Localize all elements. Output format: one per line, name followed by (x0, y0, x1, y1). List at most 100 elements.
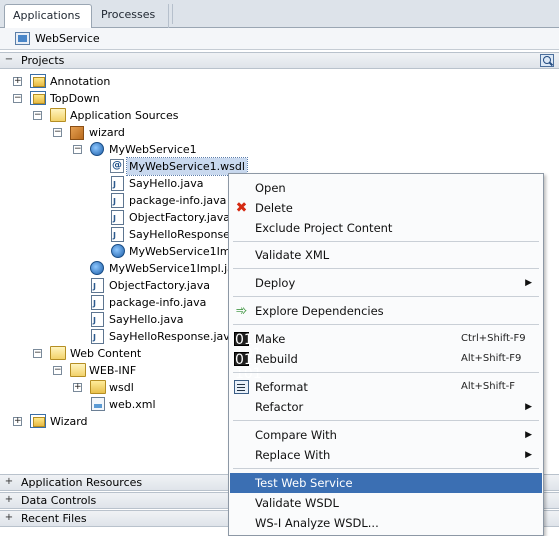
tab-bar: Applications Processes (0, 0, 559, 28)
expand-icon[interactable]: + (4, 477, 14, 487)
tree-item-label: package-info.java (109, 296, 207, 309)
menu-item-label: Make (255, 332, 286, 346)
tree-item-label: Web Content (70, 347, 142, 360)
tree-item-web-content[interactable]: − Web Content (0, 345, 225, 362)
tree-item-label: wizard (89, 126, 125, 139)
menu-item-make[interactable]: 010101 Make Ctrl+Shift-F9 (230, 329, 542, 361)
xml-file-icon (91, 397, 105, 411)
tree-item-annotation[interactable]: + Annotation (0, 73, 220, 90)
menu-item-label: Validate XML (255, 248, 330, 262)
tree-item-label: web.xml (109, 398, 156, 411)
menu-item-compare-with[interactable]: Compare With ▶ (230, 425, 542, 445)
tree-item-web-xml[interactable]: web.xml (0, 396, 225, 413)
menu-item-rebuild[interactable]: 010 101 Rebuild Alt+Shift-F9 (230, 349, 542, 381)
application-selector[interactable]: WebService (0, 28, 559, 50)
menu-item-reformat[interactable]: Reformat Alt+Shift-F (230, 377, 542, 397)
menu-item-refactor[interactable]: Refactor ▶ (230, 397, 542, 417)
menu-item-ws-i-analyze-wsdl[interactable]: WS-I Analyze WSDL... (230, 513, 542, 533)
collapse-icon[interactable]: − (33, 349, 42, 358)
tree-item-wizard-package[interactable]: − wizard (0, 124, 220, 141)
collapse-icon[interactable]: − (13, 94, 22, 103)
menu-item-label: Delete (255, 201, 293, 215)
tree-item-mywebservice1impl-java[interactable]: MyWebService1Impl.java (0, 260, 228, 277)
application-name: WebService (35, 32, 100, 45)
menu-separator (233, 296, 539, 297)
tree-item-sayhello-java[interactable]: SayHello.java (0, 175, 225, 193)
tree-item-label: MyWebService1Impl (129, 245, 228, 258)
menu-item-explore-dependencies[interactable]: ➾ Explore Dependencies (230, 301, 542, 321)
menu-item-label: Reformat (255, 380, 308, 394)
expand-icon[interactable]: + (73, 383, 82, 392)
web-service-icon (90, 142, 104, 156)
menu-item-label: Open (255, 181, 286, 195)
java-file-icon (91, 278, 104, 295)
tree-item-objectfactory-java[interactable]: ObjectFactory.java (0, 209, 230, 227)
menu-item-delete[interactable]: ✖ Delete (230, 198, 542, 218)
menu-item-validate-xml[interactable]: Validate XML (230, 245, 542, 265)
java-file-icon (91, 312, 104, 329)
tab-divider (172, 4, 182, 24)
menu-item-open[interactable]: Open (230, 178, 542, 198)
search-icon[interactable] (540, 54, 554, 67)
tree-item-package-info-java[interactable]: package-info.java (0, 192, 227, 210)
collapse-icon[interactable]: − (73, 145, 82, 154)
collapse-icon[interactable]: − (53, 128, 62, 137)
tree-item-sayhelloresponse-java[interactable]: SayHelloResponse.java (0, 328, 228, 345)
tree-item-sayhello-java[interactable]: SayHello.java (0, 311, 225, 329)
menu-item-deploy[interactable]: Deploy ▶ (230, 273, 542, 293)
context-menu: Open ✖ Delete Exclude Project Content Va… (228, 173, 544, 536)
tab-applications[interactable]: Applications (4, 4, 92, 28)
collapse-icon[interactable]: − (53, 366, 62, 375)
tree-item-sayhelloresponse-java[interactable]: SayHelloResponse.ja (0, 226, 228, 243)
menu-item-label: Replace With (255, 448, 331, 462)
tree-item-application-sources[interactable]: − Application Sources (0, 107, 220, 124)
package-icon (70, 126, 84, 140)
menu-item-test-web-service[interactable]: Test Web Service (230, 473, 542, 493)
submenu-arrow-icon: ▶ (525, 450, 532, 460)
tree-item-mywebservice1[interactable]: − MyWebService1 (0, 141, 220, 158)
tree-item-wizard-project[interactable]: + Wizard (0, 413, 225, 430)
explore-dependencies-icon: ➾ (235, 303, 248, 319)
java-file-icon (111, 176, 124, 193)
project-folder-icon (30, 74, 46, 88)
expand-icon[interactable]: + (4, 513, 14, 523)
data-controls-title: Data Controls (21, 494, 97, 507)
tab-processes[interactable]: Processes (93, 4, 169, 28)
collapse-icon[interactable]: − (4, 55, 14, 65)
folder-icon (70, 363, 86, 377)
tree-item-label: package-info.java (129, 194, 227, 207)
project-folder-icon (30, 414, 46, 428)
menu-separator (233, 420, 539, 421)
expand-icon[interactable]: + (4, 495, 14, 505)
collapse-icon[interactable]: − (33, 111, 42, 120)
tree-item-web-inf[interactable]: − WEB-INF (0, 362, 225, 379)
folder-icon (90, 380, 106, 394)
tree-item-wsdl-folder[interactable]: + wsdl (0, 379, 225, 396)
tree-item-label: ObjectFactory.java (129, 211, 230, 224)
tree-item-label: Annotation (50, 75, 111, 88)
tree-item-mywebservice1-wsdl[interactable]: @ MyWebService1.wsdl (0, 157, 248, 176)
submenu-arrow-icon: ▶ (525, 430, 532, 440)
folder-icon (50, 108, 66, 122)
tree-item-label: wsdl (109, 381, 134, 394)
project-folder-icon (30, 91, 46, 105)
projects-panel-header[interactable]: − Projects (0, 52, 559, 69)
menu-item-validate-wsdl[interactable]: Validate WSDL (230, 493, 542, 513)
expand-icon[interactable]: + (13, 417, 22, 426)
menu-item-label: Test Web Service (255, 476, 353, 490)
expand-icon[interactable]: + (13, 77, 22, 86)
tree-item-mywebservice1impl[interactable]: MyWebService1Impl (0, 243, 228, 260)
menu-item-replace-with[interactable]: Replace With ▶ (230, 445, 542, 465)
menu-item-label: Refactor (255, 400, 304, 414)
menu-item-label: Validate WSDL (255, 496, 339, 510)
menu-item-exclude-project-content[interactable]: Exclude Project Content (230, 218, 542, 238)
tree-item-objectfactory-java[interactable]: ObjectFactory.java (0, 277, 225, 295)
wsdl-file-icon: @ (110, 159, 124, 173)
tree-item-package-info-java[interactable]: package-info.java (0, 294, 225, 312)
delete-icon: ✖ (235, 200, 248, 216)
tree-item-label: MyWebService1Impl.java (109, 262, 228, 275)
tree-item-topdown[interactable]: − TopDown (0, 90, 220, 107)
tree-item-label: ObjectFactory.java (109, 279, 210, 292)
application-resources-title: Application Resources (21, 476, 143, 489)
java-file-icon (111, 210, 124, 227)
